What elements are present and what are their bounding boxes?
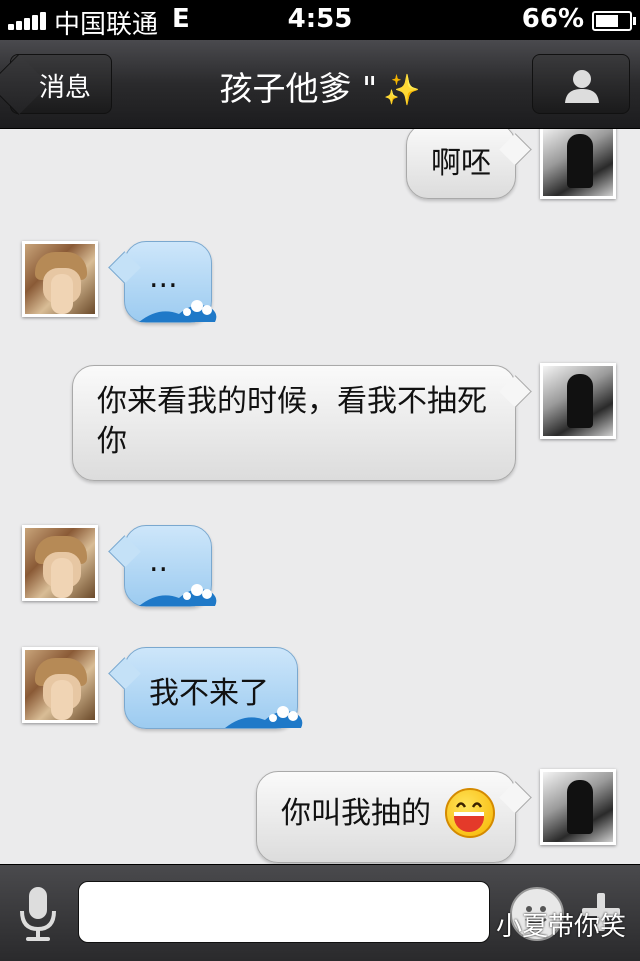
my-avatar[interactable] <box>540 363 616 439</box>
chat-area[interactable]: 啊呸 ... 你来看我的时候，看我不抽死你 .. 我不来了 你叫我抽的 <box>0 129 640 864</box>
message-bubble-incoming[interactable]: 我不来了 <box>124 647 303 729</box>
person-icon <box>565 70 599 103</box>
message-text: .. <box>149 544 169 579</box>
profile-button[interactable] <box>532 54 630 114</box>
message-input[interactable] <box>78 881 490 943</box>
microphone-icon[interactable] <box>16 885 60 945</box>
nav-bar: 消息 孩子他爹 " ✨ <box>0 40 640 129</box>
my-avatar[interactable] <box>540 769 616 845</box>
message-bubble-incoming[interactable]: ... <box>124 241 217 323</box>
contact-avatar[interactable] <box>22 525 98 601</box>
message-bubble-outgoing[interactable]: 啊呸 <box>406 129 516 199</box>
message-bubble-outgoing[interactable]: 你来看我的时候，看我不抽死你 <box>72 365 516 481</box>
battery-percent: 66% <box>521 4 584 34</box>
wave-decoration-icon <box>139 584 217 606</box>
message-text: 你来看我的时候，看我不抽死你 <box>97 384 487 459</box>
message-bubble-incoming[interactable]: .. <box>124 525 217 607</box>
message-text: ... <box>149 260 178 295</box>
message-bubble-outgoing[interactable]: 你叫我抽的 <box>256 771 516 863</box>
battery-icon <box>592 11 636 31</box>
grinning-emoji-icon <box>445 788 495 838</box>
watermark-text: 小夏带你笑 <box>495 912 626 942</box>
wave-decoration-icon <box>225 706 303 728</box>
status-bar: 中国联通 E 4:55 66% <box>0 0 640 40</box>
chat-title-text: 孩子他爹 " <box>219 69 378 108</box>
sparkle-icon: ✨ <box>383 73 421 108</box>
contact-avatar[interactable] <box>22 241 98 317</box>
my-avatar[interactable] <box>540 129 616 199</box>
contact-avatar[interactable] <box>22 647 98 723</box>
wave-decoration-icon <box>139 300 217 322</box>
message-text: 啊呸 <box>431 146 491 181</box>
